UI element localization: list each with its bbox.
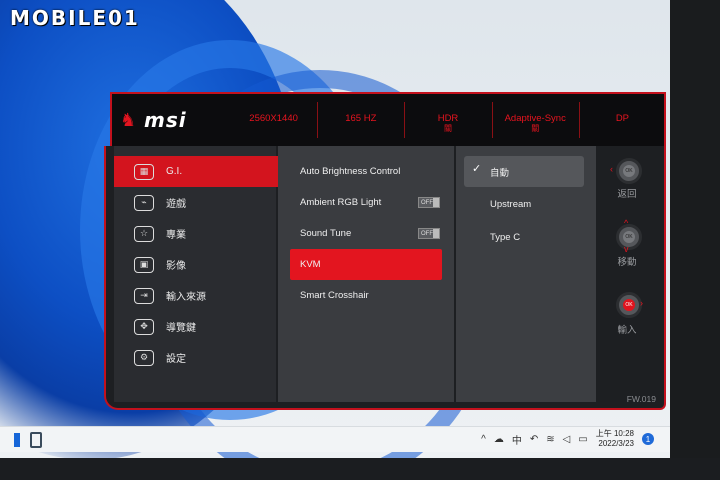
status-adaptive-sync: Adaptive-Sync 關	[491, 94, 579, 146]
arrow-up-icon: ^	[624, 218, 629, 228]
status-refresh-rate: 165 HZ	[317, 94, 404, 146]
input-method-indicator[interactable]: 中	[512, 432, 522, 447]
option-upstream[interactable]: Upstream	[464, 189, 584, 220]
input-source-icon: ⇥	[134, 287, 154, 304]
brand-logo: ♞ msi	[120, 100, 220, 140]
menu-item-gaming[interactable]: ⌁ 遊戲	[114, 187, 276, 218]
nav-label-back: 返回	[617, 189, 637, 200]
option-type-c[interactable]: Type C	[464, 222, 584, 253]
menu-item-label: 輸入來源	[166, 292, 206, 303]
cloud-icon[interactable]: ☁	[494, 434, 504, 445]
menu-item-label: 專業	[166, 230, 186, 241]
widgets-icon[interactable]	[14, 433, 20, 447]
clock[interactable]: 上午 10:28 2022/3/23	[596, 429, 634, 449]
navi-key-icon: ✥	[134, 318, 154, 335]
undo-icon[interactable]: ↶	[530, 434, 538, 445]
submenu-item-ambient-rgb[interactable]: Ambient RGB Light OFF	[290, 187, 442, 218]
monitor-bezel-bottom	[0, 458, 720, 480]
ambient-rgb-toggle[interactable]: OFF	[418, 197, 440, 208]
sound-tune-toggle[interactable]: OFF	[418, 228, 440, 239]
menu-item-label: 設定	[166, 354, 186, 365]
option-list: ✓ 自動 Upstream Type C	[456, 146, 596, 402]
watermark-logo: MOBILE01	[10, 6, 140, 30]
menu-item-label: 導覽鍵	[166, 323, 196, 334]
submenu-item-kvm[interactable]: KVM	[290, 249, 442, 280]
move-joystick-icon: OK ^ v	[610, 218, 644, 256]
star-icon: ☆	[134, 225, 154, 242]
monitor-osd: ♞ msi 2560X1440 165 HZ HDR 關 Adaptive-Syn…	[104, 92, 666, 410]
menu-item-image[interactable]: ▣ 影像	[114, 249, 276, 280]
taskbar: ^ ☁ 中 ↶ ≋ ◁ ▭ 上午 10:28 2022/3/23 1	[0, 426, 670, 452]
submenu-item-sound-tune[interactable]: Sound Tune OFF	[290, 218, 442, 249]
speaker-icon[interactable]: ◁	[563, 434, 571, 445]
enter-joystick-icon: OK ›	[610, 290, 644, 324]
main-menu: ▦ G.I. ⌁ 遊戲 ☆ 專業 ▣ 影像 ⇥ 輸入來源 ✥ 導覽鍵 ⚙ 設定	[114, 146, 298, 402]
nav-label-enter: 輸入	[617, 325, 637, 336]
dragon-shield-icon: ♞	[120, 110, 137, 130]
arrow-left-icon: ‹	[610, 164, 613, 174]
menu-item-label: 遊戲	[166, 199, 186, 210]
checkmark-icon: ✓	[472, 163, 482, 175]
status-resolution: 2560X1440	[249, 113, 298, 124]
menu-item-navi-key[interactable]: ✥ 導覽鍵	[114, 311, 276, 342]
clock-date: 2022/3/23	[598, 439, 634, 448]
arrow-down-icon: v	[624, 244, 629, 254]
notification-badge[interactable]: 1	[642, 433, 654, 445]
clock-time: 上午 10:28	[595, 429, 634, 438]
option-auto[interactable]: ✓ 自動	[464, 156, 584, 187]
back-joystick-icon: OK ‹	[610, 156, 644, 190]
menu-item-input-source[interactable]: ⇥ 輸入來源	[114, 280, 276, 311]
app-icon[interactable]	[30, 432, 42, 448]
menu-item-label: G.I.	[166, 166, 183, 177]
gi-icon: ▦	[134, 163, 154, 180]
osd-body: ▦ G.I. ⌁ 遊戲 ☆ 專業 ▣ 影像 ⇥ 輸入來源 ✥ 導覽鍵 ⚙ 設定 …	[104, 146, 666, 410]
brand-name: msi	[144, 108, 187, 132]
status-hdr: HDR 關	[404, 94, 491, 146]
monitor-bezel-right	[670, 0, 720, 480]
arrow-right-icon: ›	[640, 298, 643, 308]
menu-item-settings[interactable]: ⚙ 設定	[114, 342, 276, 373]
menu-item-professional[interactable]: ☆ 專業	[114, 218, 276, 249]
settings-gear-icon: ⚙	[134, 349, 154, 366]
battery-icon[interactable]: ▭	[578, 434, 587, 445]
submenu-item-auto-brightness[interactable]: Auto Brightness Control	[290, 156, 442, 187]
navigation-hints: OK ‹ 返回 OK ^ v 移動 OK › 輸入	[598, 146, 666, 402]
osd-header: ♞ msi 2560X1440 165 HZ HDR 關 Adaptive-Syn…	[110, 92, 666, 146]
wifi-icon[interactable]: ≋	[546, 434, 554, 445]
system-tray: ^ ☁ 中 ↶ ≋ ◁ ▭ 上午 10:28 2022/3/23 1	[481, 429, 654, 449]
status-bar: 2560X1440 165 HZ HDR 關 Adaptive-Sync 關 DP	[230, 94, 666, 146]
firmware-version: FW.019	[626, 394, 656, 404]
submenu-item-smart-crosshair[interactable]: Smart Crosshair	[290, 280, 442, 311]
gamepad-icon: ⌁	[134, 194, 154, 211]
submenu: Auto Brightness Control Ambient RGB Ligh…	[278, 146, 454, 402]
menu-item-label: 影像	[166, 261, 186, 272]
chevron-up-icon[interactable]: ^	[481, 434, 486, 445]
image-icon: ▣	[134, 256, 154, 273]
status-input-port: DP	[578, 94, 666, 146]
nav-label-move: 移動	[617, 257, 637, 268]
menu-item-gi[interactable]: ▦ G.I.	[114, 156, 298, 187]
